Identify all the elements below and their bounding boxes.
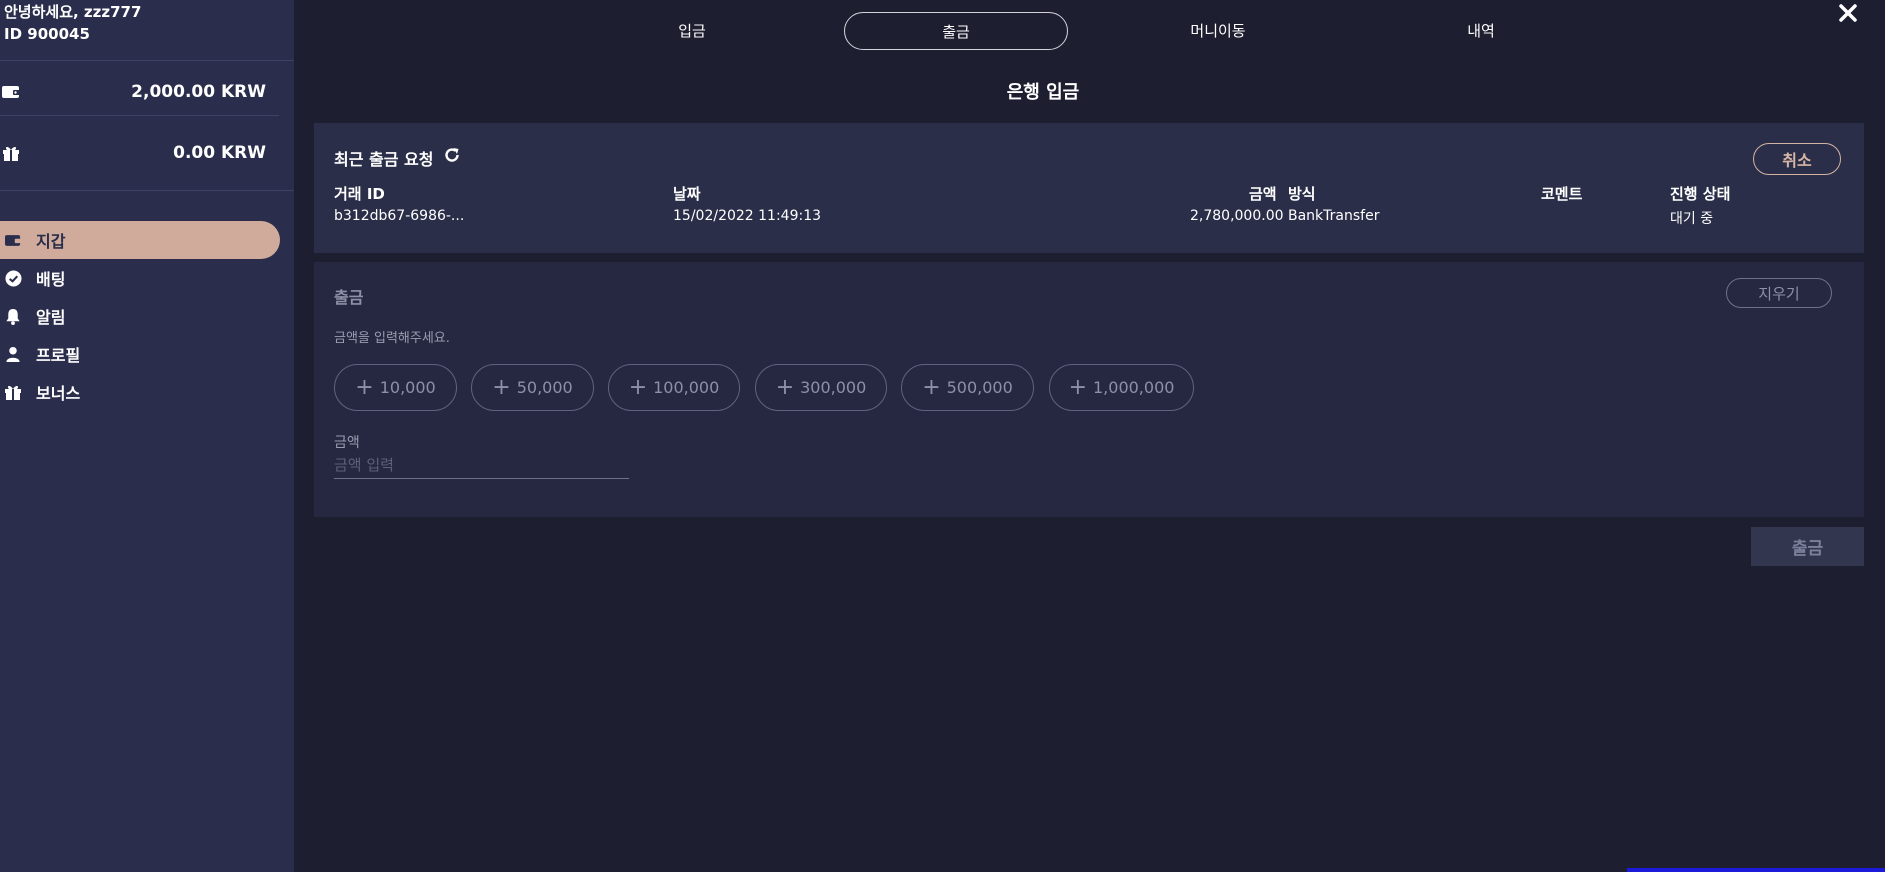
cell-amount: 2,780,000.00 bbox=[1190, 208, 1284, 224]
tab-label: 입금 bbox=[678, 21, 706, 40]
gift-icon bbox=[2, 145, 20, 161]
wallet-icon bbox=[2, 84, 20, 98]
divider bbox=[0, 115, 279, 116]
main-balance-row: 2,000.00 KRW bbox=[0, 78, 280, 108]
amount-label: 금액 bbox=[334, 435, 360, 451]
quick-amount-button[interactable]: +300,000 bbox=[755, 364, 887, 411]
cell-method: BankTransfer bbox=[1288, 208, 1380, 224]
quick-amount-label: 1,000,000 bbox=[1093, 378, 1175, 397]
sidebar-nav: 지갑 배팅 알림 프로필 보너스 bbox=[0, 221, 280, 411]
sidebar: 안녕하세요, zzz777 ID 900045 2,000.00 KRW 0.0… bbox=[0, 0, 294, 872]
quick-amount-label: 10,000 bbox=[379, 378, 436, 397]
quick-amount-button[interactable]: +1,000,000 bbox=[1049, 364, 1194, 411]
tab-deposit[interactable]: 입금 bbox=[581, 12, 803, 48]
tab-label: 머니이동 bbox=[1190, 21, 1246, 40]
quick-amount-button[interactable]: +50,000 bbox=[471, 364, 594, 411]
bell-icon bbox=[4, 307, 22, 325]
plus-icon: + bbox=[1068, 374, 1087, 400]
cancel-button[interactable]: 취소 bbox=[1753, 143, 1841, 175]
sidebar-item-wallet[interactable]: 지갑 bbox=[0, 221, 280, 259]
amount-hint: 금액을 입력해주세요. bbox=[334, 331, 450, 346]
quick-amount-button[interactable]: +500,000 bbox=[901, 364, 1034, 411]
divider bbox=[0, 190, 294, 191]
column-header-amount: 금액 bbox=[1249, 185, 1277, 203]
column-header-transaction-id: 거래 ID bbox=[334, 185, 385, 203]
page-title: 은행 입금 bbox=[1006, 82, 1080, 103]
gift-icon bbox=[4, 383, 22, 401]
recent-request-panel: 최근 출금 요청 취소 거래 ID 날짜 금액 방식 코멘트 진행 상태 b31… bbox=[314, 123, 1864, 253]
cell-transaction-id: b312db67-6986-... bbox=[334, 208, 465, 224]
main-balance-value: 2,000.00 KRW bbox=[131, 82, 266, 102]
close-icon bbox=[1838, 3, 1858, 27]
plus-icon: + bbox=[922, 374, 941, 400]
clear-button[interactable]: 지우기 bbox=[1726, 278, 1832, 308]
greeting-text: 안녕하세요, zzz777 bbox=[4, 3, 142, 21]
close-button[interactable] bbox=[1834, 0, 1862, 30]
quick-amount-label: 50,000 bbox=[516, 378, 573, 397]
amount-input[interactable] bbox=[334, 452, 629, 479]
column-header-method: 방식 bbox=[1288, 185, 1316, 203]
column-header-date: 날짜 bbox=[673, 185, 701, 203]
quick-amount-label: 100,000 bbox=[653, 378, 720, 397]
sidebar-item-profile[interactable]: 프로필 bbox=[0, 335, 280, 373]
withdraw-submit-button[interactable]: 출금 bbox=[1751, 527, 1864, 566]
sidebar-item-label: 배팅 bbox=[36, 270, 66, 289]
bonus-balance-value: 0.00 KRW bbox=[173, 143, 266, 163]
divider bbox=[0, 60, 294, 61]
wallet-icon bbox=[4, 231, 22, 249]
column-header-comment: 코멘트 bbox=[1541, 185, 1583, 203]
tab-history[interactable]: 내역 bbox=[1370, 12, 1592, 48]
tab-label: 내역 bbox=[1467, 21, 1495, 40]
sidebar-item-notifications[interactable]: 알림 bbox=[0, 297, 280, 335]
sidebar-item-label: 알림 bbox=[36, 308, 66, 327]
cell-status: 대기 중 bbox=[1670, 211, 1714, 227]
column-header-status: 진행 상태 bbox=[1670, 185, 1731, 203]
tab-money-transfer[interactable]: 머니이동 bbox=[1107, 12, 1329, 48]
user-id: ID 900045 bbox=[4, 25, 90, 43]
tab-label: 출금 bbox=[942, 22, 970, 41]
quick-amount-button[interactable]: +10,000 bbox=[334, 364, 457, 411]
quick-amount-button[interactable]: +100,000 bbox=[608, 364, 740, 411]
plus-icon: + bbox=[492, 374, 511, 400]
bonus-balance-row: 0.00 KRW bbox=[0, 139, 280, 169]
recent-request-title: 최근 출금 요청 bbox=[334, 150, 434, 169]
sidebar-item-betting[interactable]: 배팅 bbox=[0, 259, 280, 297]
plus-icon: + bbox=[628, 374, 648, 400]
refresh-icon[interactable] bbox=[443, 146, 461, 164]
tab-withdraw[interactable]: 출금 bbox=[844, 12, 1068, 50]
withdraw-form-panel: 출금 지우기 금액을 입력해주세요. +10,000 +50,000 +100,… bbox=[314, 262, 1864, 517]
quick-amount-label: 300,000 bbox=[800, 378, 867, 397]
user-icon bbox=[4, 345, 22, 363]
cell-date: 15/02/2022 11:49:13 bbox=[673, 208, 822, 224]
plus-icon: + bbox=[355, 374, 374, 400]
check-circle-icon bbox=[4, 269, 22, 287]
sidebar-item-label: 보너스 bbox=[36, 384, 81, 403]
quick-amount-label: 500,000 bbox=[946, 378, 1013, 397]
sidebar-item-bonus[interactable]: 보너스 bbox=[0, 373, 280, 411]
bottom-accent-bar bbox=[1627, 868, 1885, 872]
withdraw-form-title: 출금 bbox=[334, 288, 364, 307]
sidebar-item-label: 프로필 bbox=[36, 346, 81, 365]
sidebar-item-label: 지갑 bbox=[36, 232, 66, 251]
plus-icon: + bbox=[775, 374, 795, 400]
